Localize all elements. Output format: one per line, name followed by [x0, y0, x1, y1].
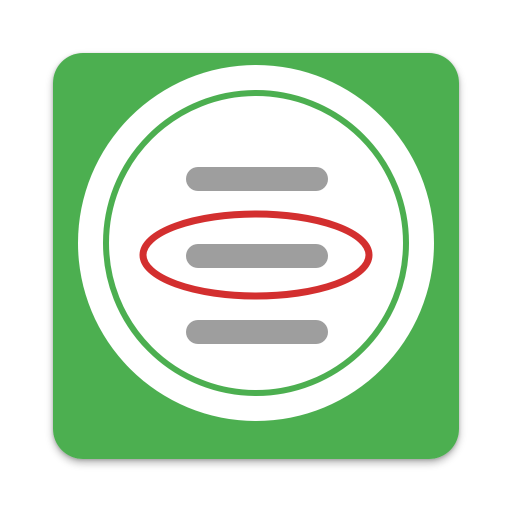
list-line-3: [186, 320, 328, 344]
list-highlight-icon: [53, 53, 459, 459]
list-line-1: [186, 167, 328, 191]
app-icon[interactable]: [53, 53, 459, 459]
canvas: [0, 0, 512, 512]
list-line-2: [186, 244, 328, 268]
outer-white-circle: [78, 65, 434, 421]
